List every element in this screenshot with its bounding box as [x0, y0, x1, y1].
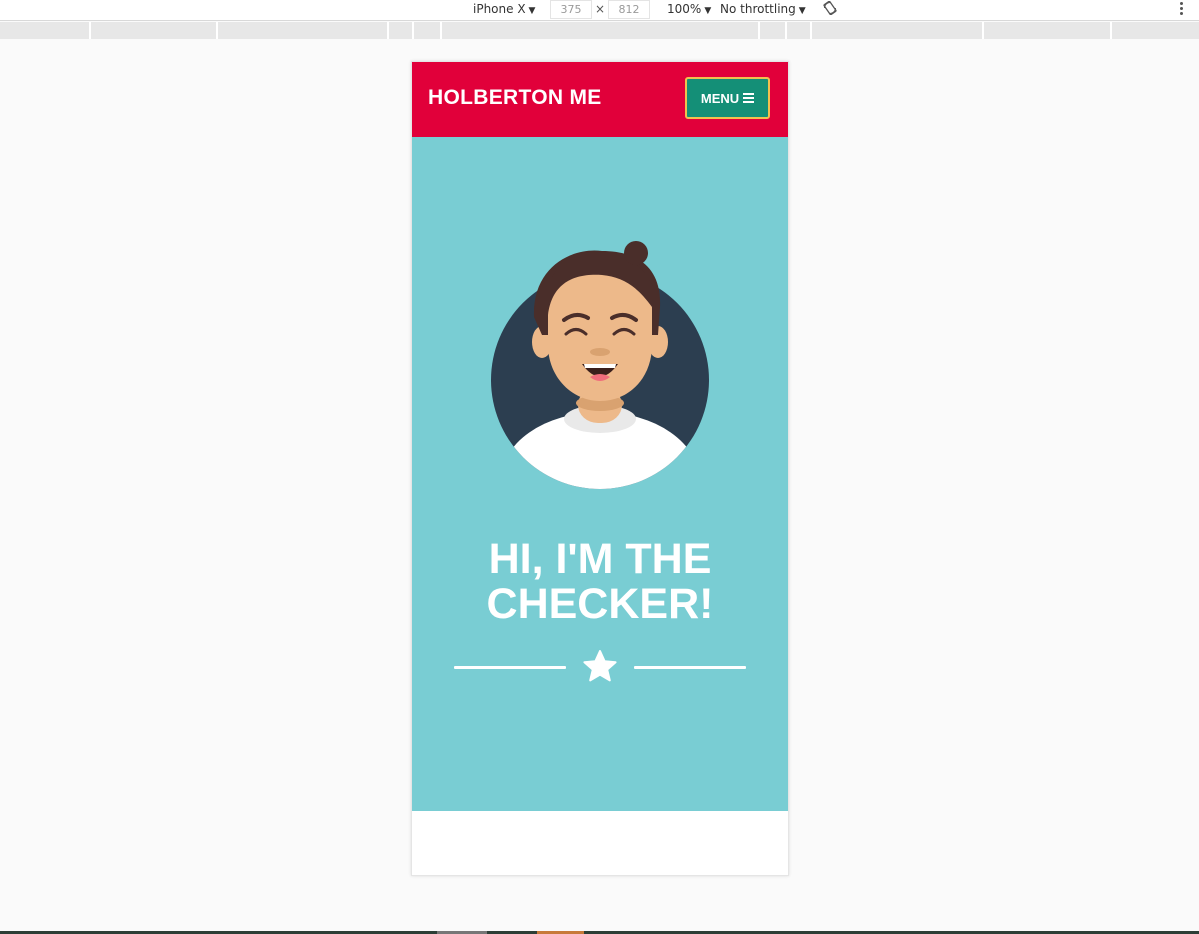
- device-viewport: HOLBERTON ME MENU HI, I'M THE CHECKER!: [411, 61, 789, 876]
- throttling-select[interactable]: No throttling ▼: [720, 1, 806, 19]
- menu-label: MENU: [700, 90, 740, 106]
- hero-title-line-2: CHECKER!: [486, 580, 714, 628]
- media-query-ruler[interactable]: [0, 22, 1199, 39]
- device-select[interactable]: iPhone X ▼: [473, 1, 535, 19]
- dimension-separator: ×: [595, 2, 606, 16]
- chevron-down-icon: ▼: [798, 6, 806, 16]
- throttling-value: No throttling: [720, 2, 796, 16]
- media-query-marker[interactable]: [1110, 22, 1112, 39]
- hamburger-icon: [743, 93, 755, 103]
- media-query-marker[interactable]: [387, 22, 389, 39]
- avatar-illustration: [491, 241, 709, 489]
- hero-section: HI, I'M THE CHECKER!: [412, 137, 788, 811]
- avatar-hair-curl: [624, 241, 648, 265]
- media-query-marker[interactable]: [89, 22, 91, 39]
- hero-title-line-1: HI, I'M THE: [488, 535, 712, 583]
- media-query-marker[interactable]: [982, 22, 984, 39]
- viewport-height-input[interactable]: 812: [608, 0, 650, 19]
- divider-line-left: [454, 666, 566, 669]
- menu-button[interactable]: MENU: [685, 77, 770, 119]
- zoom-value: 100%: [667, 2, 702, 16]
- rotate-icon[interactable]: [823, 0, 837, 16]
- hero-title: HI, I'M THE CHECKER!: [412, 537, 788, 627]
- star-divider: [454, 649, 746, 685]
- media-query-marker[interactable]: [216, 22, 218, 39]
- content-section: [412, 811, 788, 875]
- site-header: HOLBERTON ME MENU: [412, 62, 788, 137]
- media-query-marker[interactable]: [758, 22, 760, 39]
- chevron-down-icon: ▼: [704, 6, 712, 16]
- site-brand[interactable]: HOLBERTON ME: [428, 86, 602, 110]
- media-query-marker[interactable]: [785, 22, 787, 39]
- chevron-down-icon: ▼: [528, 6, 536, 16]
- star-icon: [583, 650, 617, 682]
- media-query-marker[interactable]: [440, 22, 442, 39]
- divider-line-right: [634, 666, 746, 669]
- devtools-device-toolbar: iPhone X ▼ 375 × 812 100% ▼ No throttling ▼: [0, 0, 1199, 21]
- device-name: iPhone X: [473, 2, 526, 16]
- zoom-select[interactable]: 100% ▼: [667, 1, 711, 19]
- media-query-marker[interactable]: [810, 22, 812, 39]
- media-query-marker[interactable]: [412, 22, 414, 39]
- more-vertical-icon[interactable]: [1180, 1, 1184, 17]
- viewport-width-input[interactable]: 375: [550, 0, 592, 19]
